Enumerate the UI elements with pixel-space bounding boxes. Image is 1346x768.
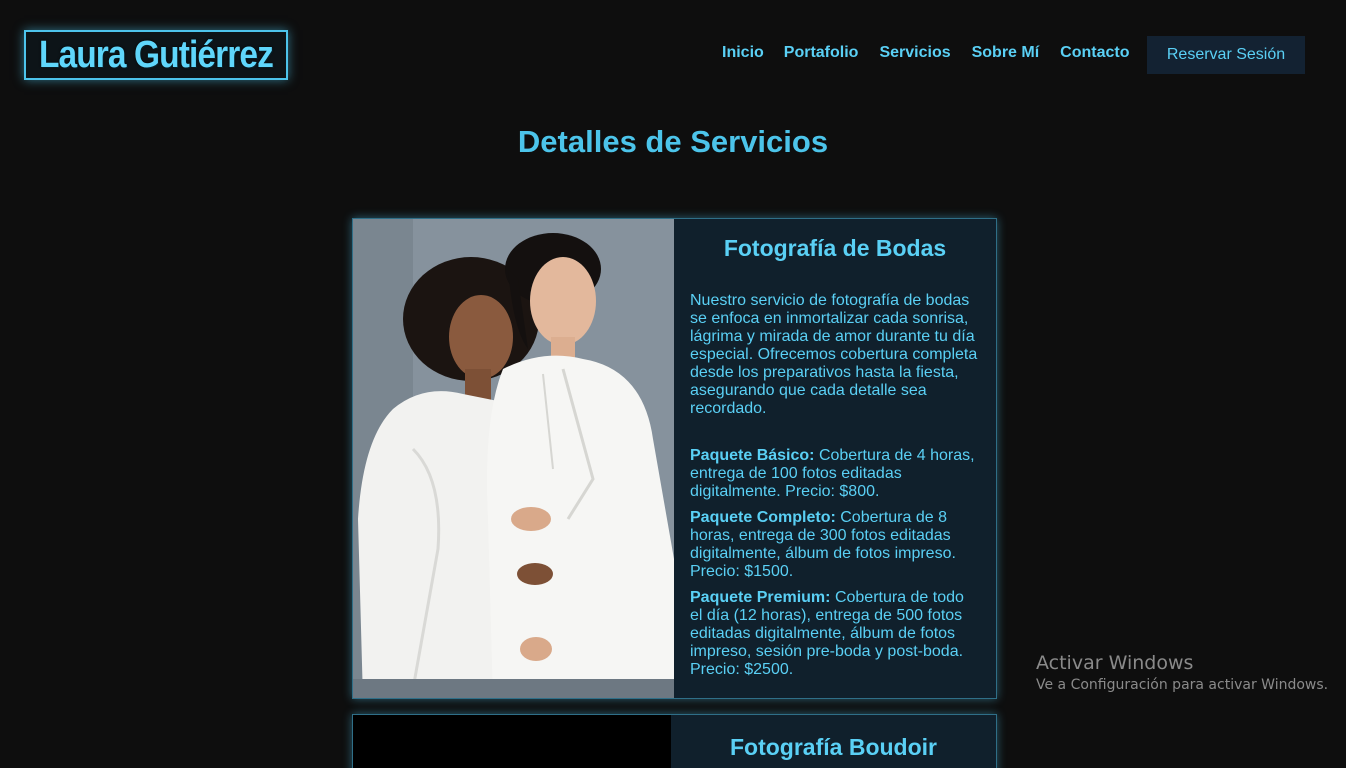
service-card-boudoir: Fotografía Boudoir — [352, 714, 997, 768]
service-image-bodas — [353, 219, 674, 698]
dark-photo — [353, 715, 671, 768]
reservar-sesion-button[interactable]: Reservar Sesión — [1147, 36, 1305, 74]
service-body-boudoir: Fotografía Boudoir — [671, 715, 996, 768]
main-nav: Inicio Portafolio Servicios Sobre Mí Con… — [722, 44, 1130, 62]
service-card-bodas: Fotografía de Bodas Nuestro servicio de … — [352, 218, 997, 699]
package-name: Paquete Básico: — [690, 447, 815, 464]
nav-link-contacto[interactable]: Contacto — [1060, 44, 1129, 62]
service-description: Nuestro servicio de fotografía de bodas … — [690, 292, 978, 417]
windows-activation-subtitle: Ve a Configuración para activar Windows. — [1036, 677, 1329, 693]
package-name: Paquete Completo: — [690, 509, 836, 526]
package-premium: Paquete Premium: Cobertura de todo el dí… — [690, 589, 980, 679]
nav-link-portafolio[interactable]: Portafolio — [784, 44, 859, 62]
nav-link-sobre-mi[interactable]: Sobre Mí — [972, 44, 1040, 62]
service-title-bodas: Fotografía de Bodas — [723, 235, 947, 261]
logo-text: Laura Gutiérrez — [39, 33, 274, 76]
site-logo[interactable]: Laura Gutiérrez — [24, 30, 288, 80]
nav-link-inicio[interactable]: Inicio — [722, 44, 764, 62]
package-completo: Paquete Completo: Cobertura de 8 horas, … — [690, 509, 980, 581]
service-body-bodas: Fotografía de Bodas Nuestro servicio de … — [674, 219, 996, 698]
windows-activation-title: Activar Windows — [1036, 652, 1194, 674]
page-title: Detalles de Servicios — [517, 124, 829, 159]
package-basico: Paquete Básico: Cobertura de 4 horas, en… — [690, 447, 980, 501]
package-name: Paquete Premium: — [690, 589, 831, 606]
service-title-boudoir: Fotografía Boudoir — [730, 734, 937, 760]
two-women-in-white-suits-photo — [353, 219, 674, 698]
nav-link-servicios[interactable]: Servicios — [879, 44, 950, 62]
